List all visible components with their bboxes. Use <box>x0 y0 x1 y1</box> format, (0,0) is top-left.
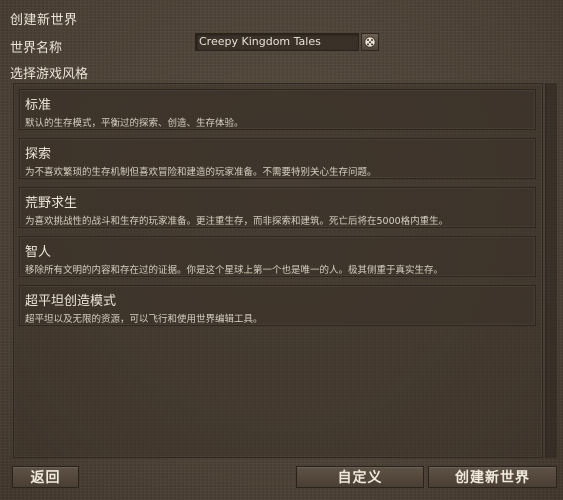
back-button[interactable]: 返回 <box>12 466 79 488</box>
style-option-title: 探索 <box>25 147 52 162</box>
world-name-label: 世界名称 <box>10 41 63 56</box>
style-option-description: 移除所有文明的内容和存在过的证据。你是这个星球上第一个也是唯一的人。极其侧重于真… <box>25 265 444 276</box>
style-option-explore[interactable]: 探索 为不喜欢繁琐的生存机制但喜欢冒险和建造的玩家准备。不需要特别关心生存问题。 <box>19 138 536 179</box>
style-option-description: 超平坦以及无限的资源，可以飞行和使用世界编辑工具。 <box>25 314 263 325</box>
game-style-label: 选择游戏风格 <box>10 67 89 82</box>
randomize-name-button[interactable] <box>361 33 379 51</box>
style-option-description: 默认的生存模式，平衡过的探索、创造、生存体验。 <box>25 118 244 129</box>
world-name-input[interactable] <box>195 33 359 51</box>
style-option-wilderness-survival[interactable]: 荒野求生 为喜欢挑战性的战斗和生存的玩家准备。更注重生存，而非探索和建筑。死亡后… <box>19 187 536 228</box>
customize-button[interactable]: 自定义 <box>296 466 424 488</box>
scrollbar[interactable] <box>545 83 557 458</box>
style-option-title: 超平坦创造模式 <box>25 294 117 309</box>
style-option-title: 标准 <box>25 98 52 113</box>
style-option-superflat-creative[interactable]: 超平坦创造模式 超平坦以及无限的资源，可以飞行和使用世界编辑工具。 <box>19 285 536 326</box>
style-option-homo-sapiens[interactable]: 智人 移除所有文明的内容和存在过的证据。你是这个星球上第一个也是唯一的人。极其侧… <box>19 236 536 277</box>
dice-icon <box>364 36 376 48</box>
style-option-standard[interactable]: 标准 默认的生存模式，平衡过的探索、创造、生存体验。 <box>19 89 536 130</box>
style-option-description: 为不喜欢繁琐的生存机制但喜欢冒险和建造的玩家准备。不需要特别关心生存问题。 <box>25 167 377 178</box>
style-option-title: 荒野求生 <box>25 196 78 211</box>
style-option-title: 智人 <box>25 245 52 260</box>
page-title: 创建新世界 <box>10 13 78 28</box>
style-option-description: 为喜欢挑战性的战斗和生存的玩家准备。更注重生存，而非探索和建筑。死亡后将在500… <box>25 216 449 227</box>
create-world-button[interactable]: 创建新世界 <box>428 466 557 488</box>
